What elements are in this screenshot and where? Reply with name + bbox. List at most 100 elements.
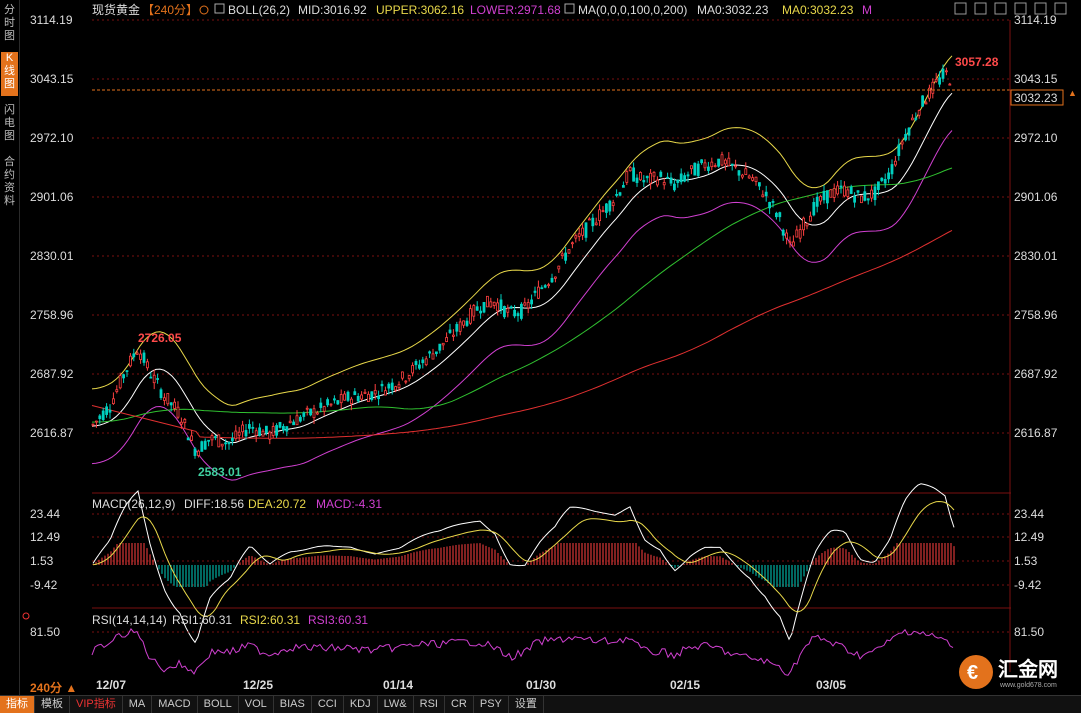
tool-icon bbox=[954, 2, 967, 15]
candle-body bbox=[815, 196, 819, 207]
tool-icon bbox=[994, 2, 1007, 15]
tab-kdj[interactable]: KDJ bbox=[344, 696, 378, 713]
ma-setting-icon[interactable] bbox=[564, 3, 575, 14]
candle-body bbox=[588, 218, 591, 221]
candle-body bbox=[462, 320, 466, 326]
candle-body bbox=[795, 229, 799, 238]
tab-flash[interactable]: 闪电图 bbox=[1, 104, 18, 144]
candle-body bbox=[724, 159, 727, 165]
candle-body bbox=[210, 435, 214, 441]
candle-body bbox=[737, 170, 741, 176]
boll-upper-value: UPPER:3062.16 bbox=[376, 3, 464, 17]
tab-ma[interactable]: MA bbox=[123, 696, 153, 713]
tab-lw[interactable]: LW& bbox=[378, 696, 414, 713]
candle-body bbox=[234, 430, 238, 440]
rsi-settings-icon[interactable] bbox=[22, 612, 30, 620]
candle-body bbox=[809, 215, 812, 222]
candle-body bbox=[190, 435, 194, 441]
settings-circle-icon[interactable] bbox=[199, 5, 209, 15]
candle-body bbox=[407, 375, 411, 380]
macd-label-right: 23.44 bbox=[1014, 507, 1044, 521]
candle-body bbox=[298, 416, 302, 422]
current-price-arrow-icon: ▲ bbox=[1068, 88, 1077, 98]
tab-templates[interactable]: 模板 bbox=[35, 696, 70, 713]
candle-body bbox=[496, 302, 500, 312]
tab-kline[interactable]: K线图 bbox=[1, 52, 18, 96]
candle-body bbox=[513, 309, 516, 317]
candle-body bbox=[520, 303, 523, 319]
period-selector[interactable]: 240分 ▲ bbox=[30, 679, 77, 696]
candle-body bbox=[421, 359, 425, 364]
candle-body bbox=[798, 229, 802, 239]
candle-body bbox=[849, 186, 853, 194]
candle-body bbox=[264, 425, 268, 434]
tab-cr[interactable]: CR bbox=[445, 696, 474, 713]
candle-body bbox=[846, 189, 850, 197]
tab-contract-info[interactable]: 合约资料 bbox=[1, 156, 18, 212]
tab-indicators[interactable]: 指标 bbox=[0, 696, 35, 713]
price-label-left: 3114.19 bbox=[30, 13, 73, 27]
candle-body bbox=[95, 420, 98, 423]
candle-body bbox=[292, 421, 296, 426]
candle-body bbox=[941, 68, 945, 79]
tab-cci[interactable]: CCI bbox=[312, 696, 344, 713]
candle-body bbox=[883, 179, 887, 184]
candle-body bbox=[319, 402, 323, 408]
boll-setting-icon[interactable] bbox=[214, 3, 225, 14]
candle-body bbox=[554, 276, 557, 279]
annotation-high: 3057.28 bbox=[955, 55, 999, 69]
candle-body bbox=[744, 168, 748, 175]
candle-body bbox=[839, 185, 843, 188]
kline-chart[interactable]: 现货黄金 【240分】 BOLL(26,2) MID:3016.92 UPPER… bbox=[20, 0, 1081, 695]
candle-body bbox=[703, 162, 707, 169]
price-label-right: 2758.96 bbox=[1014, 308, 1058, 322]
candle-body bbox=[543, 285, 547, 288]
candle-body bbox=[431, 353, 435, 360]
tab-bias[interactable]: BIAS bbox=[274, 696, 312, 713]
candle-body bbox=[870, 189, 873, 199]
candle-body bbox=[829, 189, 833, 198]
candle-body bbox=[179, 421, 183, 425]
date-axis: 12/07 12/25 01/14 01/30 02/15 03/05 bbox=[96, 678, 846, 692]
tab-boll[interactable]: BOLL bbox=[198, 696, 239, 713]
price-label-right: 2972.10 bbox=[1014, 131, 1058, 145]
candle-body bbox=[931, 81, 935, 94]
tab-timeshare[interactable]: 分时图 bbox=[1, 4, 18, 44]
candle-body bbox=[417, 364, 421, 369]
candle-body bbox=[686, 174, 690, 177]
tab-rsi[interactable]: RSI bbox=[414, 696, 445, 713]
candle-body bbox=[836, 185, 839, 195]
candle-body bbox=[166, 393, 170, 405]
candle-body bbox=[343, 393, 347, 401]
candle-body bbox=[207, 439, 211, 442]
candle-body bbox=[594, 222, 598, 226]
candle-body bbox=[662, 182, 666, 186]
candle-body bbox=[785, 232, 788, 239]
candle-body bbox=[717, 158, 720, 167]
candle-body bbox=[281, 426, 285, 431]
candle-body bbox=[775, 212, 778, 218]
tab-macd[interactable]: MACD bbox=[152, 696, 198, 713]
candle-body bbox=[186, 437, 190, 441]
ma0-value-yellow: MA0:3032.23 bbox=[782, 3, 854, 17]
tab-settings[interactable]: 设置 bbox=[509, 696, 544, 713]
rsi1-value: RSI1:60.31 bbox=[172, 613, 232, 627]
tab-psy[interactable]: PSY bbox=[474, 696, 509, 713]
candle-body bbox=[169, 402, 173, 406]
candle-body bbox=[217, 434, 221, 448]
tab-vip-indicators[interactable]: VIP指标 bbox=[70, 696, 123, 713]
ma200-line bbox=[91, 229, 953, 439]
candle-body bbox=[873, 186, 877, 201]
candle-body bbox=[312, 408, 316, 419]
candle-body bbox=[761, 194, 765, 198]
candle-body bbox=[615, 194, 618, 196]
candle-body bbox=[608, 200, 612, 212]
candle-body bbox=[526, 302, 530, 309]
candle-body bbox=[377, 395, 381, 400]
candle-body bbox=[451, 334, 455, 337]
tab-vol[interactable]: VOL bbox=[239, 696, 274, 713]
candle-body bbox=[778, 212, 782, 218]
candle-body bbox=[275, 425, 279, 436]
candle-body bbox=[540, 287, 544, 290]
candle-body bbox=[230, 438, 234, 442]
